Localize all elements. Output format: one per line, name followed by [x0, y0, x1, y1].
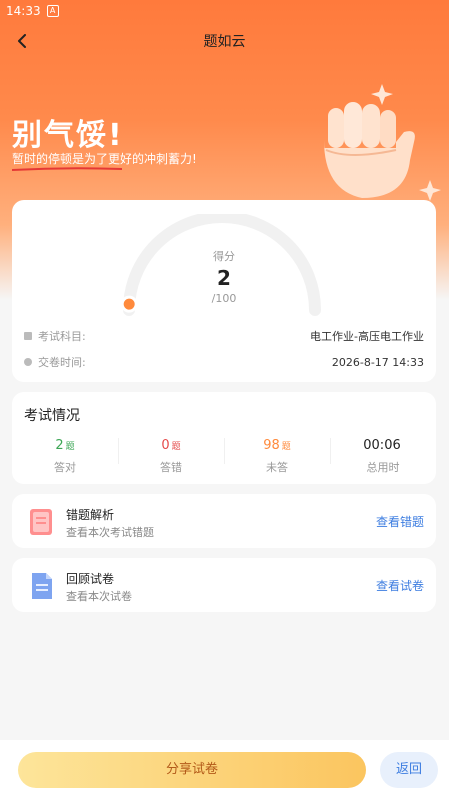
page-title: 题如云 [203, 34, 246, 50]
exam-stats: 2题 答对 0题 答错 98 题 未答 00:06 总用时 [12, 434, 436, 474]
return-button[interactable]: 返回 [380, 752, 438, 788]
subject-label: 考试科目: [38, 330, 86, 343]
status-bar: 14:33 A [0, 0, 449, 22]
submit-time-label: 交卷时间: [38, 356, 86, 369]
stat-value: 00:06 [363, 438, 401, 453]
view-paper-link[interactable]: 查看试卷 [376, 577, 424, 594]
exam-subject-row: 考试科目: 电工作业-高压电工作业 [24, 328, 424, 344]
score-card: 得分 2 /100 考试科目: 电工作业-高压电工作业 交卷时间: 2026-8… [12, 200, 436, 382]
action-desc: 查看本次考试错题 [66, 526, 154, 539]
banner-subline: 暂时的停顿是为了更好的冲刺蓄力! [12, 150, 197, 171]
stat-value: 98 [263, 438, 280, 453]
stat-correct: 2题 答对 [12, 434, 118, 474]
nav-bar: 题如云 [0, 26, 449, 56]
subject-value: 电工作业-高压电工作业 [310, 330, 424, 343]
banner-subline-text: 暂时的停顿是为了更好的冲刺蓄力! [12, 152, 197, 166]
bottom-bar: 分享试卷 返回 [0, 740, 449, 800]
score-value: 2 [217, 266, 231, 290]
book-icon [24, 332, 32, 340]
stat-caption: 答对 [54, 461, 76, 474]
stat-caption: 答错 [160, 461, 182, 474]
stat-value: 2 [55, 438, 64, 453]
exam-summary-card: 考试情况 2题 答对 0题 答错 98 题 未答 00:06 总用时 [12, 392, 436, 484]
status-indicator-icon: A [46, 5, 59, 17]
wrong-questions-card[interactable]: 错题解析 查看本次考试错题 查看错题 [12, 494, 436, 548]
back-arrow-icon[interactable] [10, 29, 34, 53]
review-paper-card[interactable]: 回顾试卷 查看本次试卷 查看试卷 [12, 558, 436, 612]
action-desc: 查看本次试卷 [66, 590, 132, 603]
view-wrong-questions-link[interactable]: 查看错题 [376, 513, 424, 530]
banner-headline: 别气馁! [12, 118, 124, 153]
stat-caption: 未答 [266, 461, 288, 474]
score-label: 得分 [213, 250, 235, 263]
wrong-questions-icon [30, 509, 52, 535]
submit-time-row: 交卷时间: 2026-8-17 14:33 [24, 354, 424, 370]
review-paper-icon [32, 573, 52, 599]
stat-total-time: 00:06 总用时 [330, 434, 436, 474]
clock-icon [24, 358, 32, 366]
stat-unit: 题 [65, 442, 75, 452]
score-total: /100 [211, 292, 237, 305]
submit-time-value: 2026-8-17 14:33 [331, 355, 424, 369]
exam-summary-title: 考试情况 [24, 408, 80, 424]
action-title: 错题解析 [66, 508, 115, 522]
stat-wrong: 0题 答错 [118, 434, 224, 474]
stat-unit: 题 [281, 442, 291, 452]
stat-unit: 题 [171, 442, 181, 452]
fist-illustration-icon [324, 84, 441, 201]
share-paper-button[interactable]: 分享试卷 [18, 752, 366, 788]
action-title: 回顾试卷 [66, 572, 115, 586]
stat-unanswered: 98 题 未答 [224, 434, 330, 474]
underline-decoration [12, 167, 122, 171]
stat-value: 0 [161, 438, 170, 453]
status-time: 14:33 [6, 4, 41, 18]
stat-caption: 总用时 [366, 461, 400, 474]
